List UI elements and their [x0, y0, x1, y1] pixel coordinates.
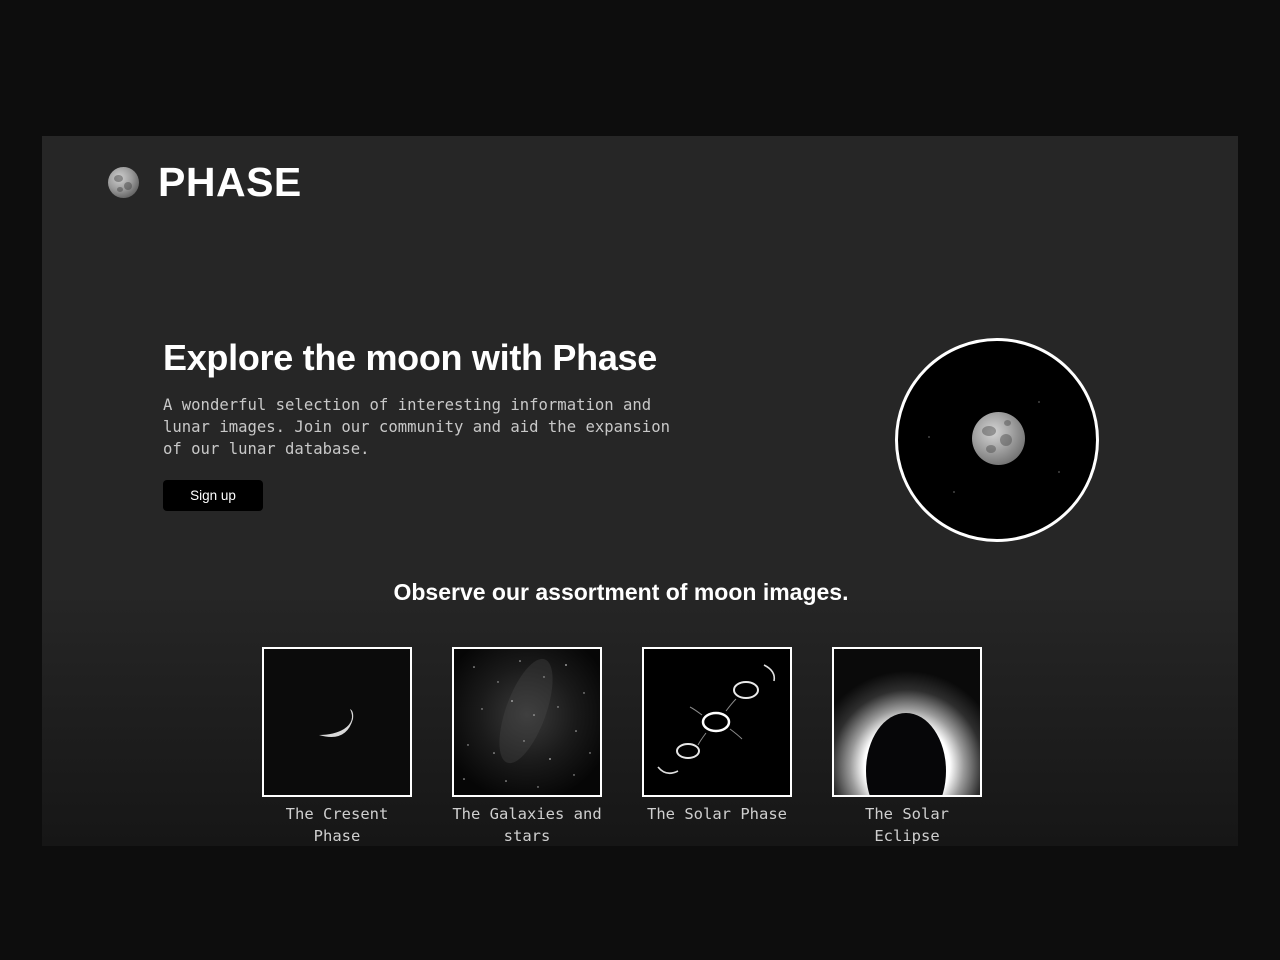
crescent-moon-image[interactable] [262, 647, 412, 797]
gallery-caption: The Solar Eclipse [865, 805, 949, 845]
brand-name: PHASE [158, 159, 302, 205]
gallery-card[interactable]: The Solar Eclipse [832, 647, 982, 846]
gallery-caption: The Cresent Phase [285, 805, 389, 845]
galaxy-stars-image[interactable] [452, 647, 602, 797]
gallery-card[interactable]: The Galaxies and stars [452, 647, 602, 846]
signup-button[interactable]: Sign up [163, 480, 263, 511]
gallery-card[interactable]: The Cresent Phase [262, 647, 412, 846]
gallery-caption: The Galaxies and stars [452, 805, 602, 845]
brand-logo[interactable]: PHASE [108, 162, 302, 203]
page-frame: PHASE Explore the moon with Phase A wond… [42, 136, 1238, 846]
gallery-card[interactable]: The Solar Phase [642, 647, 792, 846]
gallery-caption: The Solar Phase [647, 805, 787, 823]
hero-section: Explore the moon with Phase A wonderful … [163, 336, 723, 511]
moon-icon [108, 167, 139, 198]
solar-phase-sequence-image[interactable] [642, 647, 792, 797]
solar-eclipse-image[interactable] [832, 647, 982, 797]
moon-image-gallery: The Cresent Phase The Galaxies and stars… [262, 647, 982, 846]
hero-description: A wonderful selection of interesting inf… [163, 396, 670, 458]
moon-icon [972, 412, 1025, 465]
gallery-title: Observe our assortment of moon images. [393, 579, 849, 605]
full-moon-image [895, 338, 1099, 542]
hero-title: Explore the moon with Phase [163, 337, 657, 378]
